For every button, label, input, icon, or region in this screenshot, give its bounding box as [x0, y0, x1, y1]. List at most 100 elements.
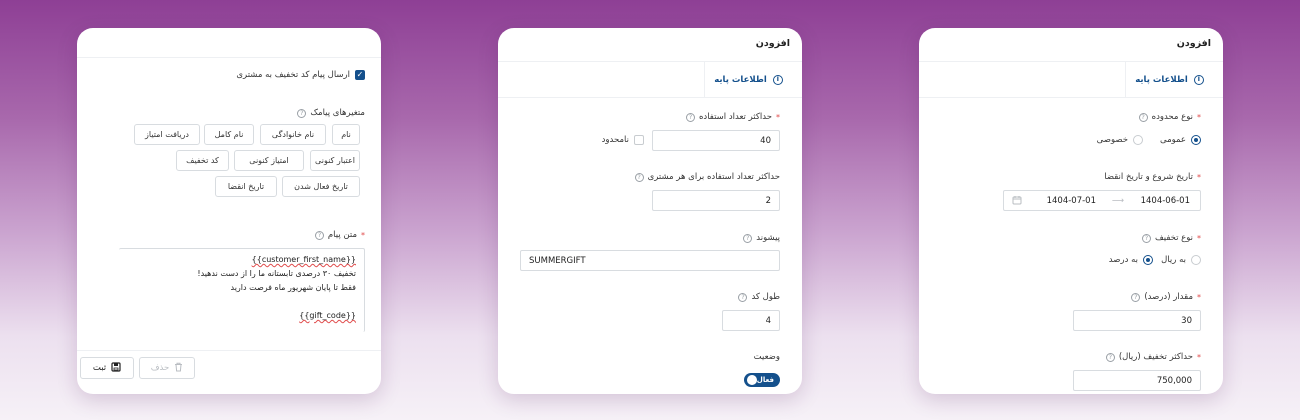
amount-label: مقدار (درصد)	[1144, 292, 1193, 302]
tab-bar: i اطلاعات پایه	[919, 62, 1223, 98]
required-marker: *	[1197, 112, 1201, 122]
radio-unchecked-icon[interactable]	[1191, 255, 1201, 265]
message-label: متن پیام	[327, 230, 357, 240]
card-title: افزودن	[498, 28, 802, 62]
help-icon[interactable]: ?	[685, 112, 695, 122]
message-line: {{gift_code}}	[127, 309, 356, 323]
scope-private-radio[interactable]: خصوصی	[1097, 135, 1143, 145]
variable-chip[interactable]: امتیاز کنونی	[234, 150, 304, 171]
unlimited-checkbox[interactable]	[634, 135, 644, 145]
help-icon[interactable]: ?	[1138, 112, 1148, 122]
send-sms-checkbox[interactable]: ✓	[355, 70, 365, 80]
tab-basic-info[interactable]: i اطلاعات پایه	[704, 62, 792, 98]
max-usage-label: حداکثر تعداد استفاده	[698, 112, 772, 122]
scope-public-radio[interactable]: عمومی	[1160, 135, 1201, 145]
message-line: تخفیف ۳۰ درصدی تابستانه ما را از دست نده…	[197, 269, 356, 278]
unlimited-checkbox-row[interactable]: نامحدود	[602, 135, 644, 145]
help-icon[interactable]: ?	[1141, 233, 1151, 243]
date-range-picker[interactable]: 1404-06-01 ⟶ 1404-07-01	[1003, 190, 1201, 211]
arrow-right-icon: ⟶	[1111, 196, 1124, 206]
sms-settings-card: ✓ ارسال پیام کد تخفیف به مشتری متغیرهای …	[77, 28, 381, 394]
info-icon: i	[772, 75, 783, 85]
variable-chip[interactable]: نام کامل	[204, 124, 254, 145]
save-icon	[111, 361, 121, 375]
discount-rial-label: به ریال	[1161, 255, 1186, 265]
sms-variables-label: متغیرهای پیامک	[310, 108, 365, 118]
variable-chip[interactable]: کد تخفیف	[176, 150, 229, 171]
send-sms-checkbox-row[interactable]: ✓ ارسال پیام کد تخفیف به مشتری	[236, 70, 365, 80]
required-marker: *	[1197, 292, 1201, 302]
status-toggle-label: فعال	[756, 376, 774, 384]
help-icon[interactable]: ?	[1105, 352, 1115, 362]
prefix-value: SUMMERGIFT	[529, 255, 586, 266]
calendar-icon[interactable]	[1012, 195, 1022, 208]
discount-percent-label: به درصد	[1108, 255, 1138, 265]
unlimited-label: نامحدود	[601, 135, 629, 145]
radio-checked-icon[interactable]	[1143, 255, 1153, 265]
variable-chip[interactable]: نام	[332, 124, 360, 145]
message-label-row: * متن پیام ?	[314, 230, 365, 240]
required-marker: *	[1197, 172, 1201, 182]
help-icon[interactable]: ?	[743, 233, 753, 243]
scope-label: نوع محدوده	[1151, 112, 1193, 122]
variable-chip[interactable]: اعتبار کنونی	[310, 150, 360, 171]
discount-type-label-row: * نوع تخفیف ?	[1141, 233, 1201, 243]
variable-chip[interactable]: دریافت امتیاز	[134, 124, 200, 145]
message-line-text: {{gift_code}}	[299, 311, 356, 320]
date-label: تاریخ شروع و تاریخ انقضا	[1104, 172, 1193, 182]
variable-chip[interactable]: تاریخ انقضا	[215, 176, 277, 197]
radio-checked-icon[interactable]	[1191, 135, 1201, 145]
add-discount-card-basic: افزودن i اطلاعات پایه * نوع محدوده ? عمو…	[919, 28, 1223, 394]
delete-label: حذف	[150, 363, 170, 373]
message-line	[127, 295, 356, 309]
required-marker: *	[1197, 352, 1201, 362]
radio-unchecked-icon[interactable]	[1133, 135, 1143, 145]
discount-type-label: نوع تخفیف	[1154, 233, 1193, 243]
status-toggle[interactable]: فعال	[744, 373, 780, 387]
help-icon[interactable]: ?	[314, 230, 324, 240]
max-discount-value: 750,000	[1156, 375, 1192, 386]
help-icon[interactable]: ?	[1131, 292, 1141, 302]
message-line: فقط تا پایان شهریور ماه فرصت دارید	[230, 283, 357, 292]
card-title: افزودن	[919, 28, 1223, 62]
variable-chip[interactable]: نام خانوادگی	[260, 124, 326, 145]
help-icon[interactable]: ?	[297, 108, 307, 118]
status-label: وضعیت	[753, 352, 780, 362]
max-per-customer-input[interactable]: 2	[652, 190, 780, 211]
max-per-customer-value: 2	[765, 195, 771, 206]
max-discount-label: حداکثر تخفیف (ریال)	[1118, 352, 1193, 362]
message-line-text: {{customer_first_name}}	[251, 255, 356, 264]
code-length-input[interactable]: 4	[722, 310, 780, 331]
scope-public-label: عمومی	[1159, 135, 1186, 145]
delete-button[interactable]: حذف	[139, 357, 195, 379]
discount-rial-radio[interactable]: به ریال	[1161, 255, 1201, 265]
status-label-row: وضعیت	[754, 352, 780, 362]
discount-percent-radio[interactable]: به درصد	[1109, 255, 1153, 265]
max-discount-input[interactable]: 750,000	[1073, 370, 1201, 391]
help-icon[interactable]: ?	[738, 292, 748, 302]
help-icon[interactable]: ?	[634, 172, 644, 182]
amount-input[interactable]: 30	[1073, 310, 1201, 331]
code-length-value: 4	[765, 315, 771, 326]
variable-chip[interactable]: تاریخ فعال شدن	[282, 176, 360, 197]
date-start[interactable]: 1404-06-01	[1141, 196, 1190, 206]
max-usage-value: 40	[760, 135, 771, 146]
trash-icon	[174, 362, 183, 375]
tab-basic-info-label: اطلاعات پایه	[1135, 75, 1188, 85]
tab-basic-info[interactable]: i اطلاعات پایه	[1125, 62, 1213, 98]
max-per-customer-label-row: حداکثر تعداد استفاده برای هر مشتری ?	[634, 172, 780, 182]
prefix-input[interactable]: SUMMERGIFT	[520, 250, 780, 271]
prefix-label-row: پیشوند ?	[743, 233, 780, 243]
tab-basic-info-label: اطلاعات پایه	[714, 75, 767, 85]
required-marker: *	[361, 230, 365, 240]
sms-variables-label-row: متغیرهای پیامک ?	[297, 108, 365, 118]
save-button[interactable]: ثبت	[80, 357, 134, 379]
message-textarea[interactable]: {{customer_first_name}} تخفیف ۳۰ درصدی ت…	[119, 248, 365, 332]
code-length-label-row: طول کد ?	[738, 292, 780, 302]
card-top-divider	[77, 28, 381, 58]
max-discount-label-row: * حداکثر تخفیف (ریال) ?	[1105, 352, 1201, 362]
max-usage-input[interactable]: 40	[652, 130, 780, 151]
required-marker: *	[1197, 233, 1201, 243]
save-label: ثبت	[92, 363, 107, 373]
date-end[interactable]: 1404-07-01	[1047, 196, 1096, 206]
